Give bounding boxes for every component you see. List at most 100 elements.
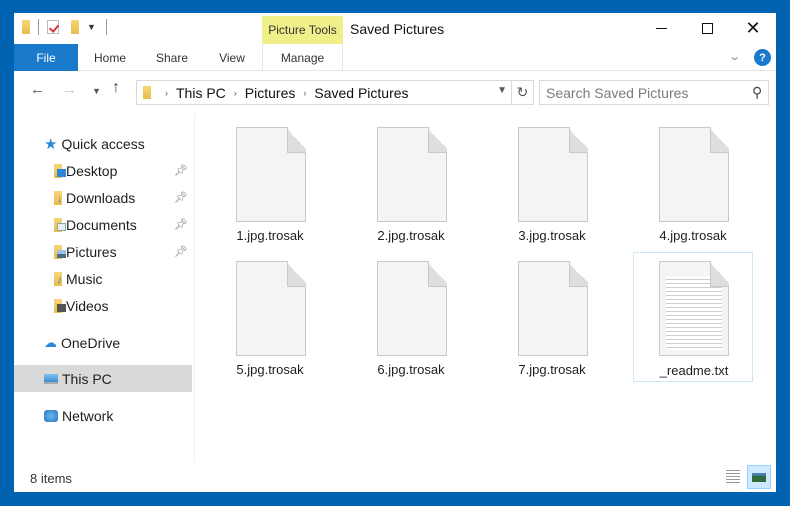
tab-home[interactable]: Home xyxy=(86,44,134,71)
minimize-button[interactable] xyxy=(638,13,684,44)
folder-icon[interactable] xyxy=(22,20,30,34)
forward-button[interactable]: → xyxy=(62,81,77,98)
sidebar-item-downloads[interactable]: ↓ Downloads 📌︎ xyxy=(54,184,192,211)
sidebar-item-label: Desktop xyxy=(66,162,118,179)
close-icon: ✕ xyxy=(745,18,761,38)
tab-share[interactable]: Share xyxy=(150,44,194,71)
search-box[interactable]: ⚲ xyxy=(539,80,769,105)
star-icon: ★ xyxy=(44,135,58,153)
breadcrumb-chevron-icon[interactable]: › xyxy=(165,88,168,98)
maximize-button[interactable] xyxy=(684,13,730,44)
sidebar-item-onedrive[interactable]: ☁ OneDrive xyxy=(44,329,192,356)
sidebar-item-music[interactable]: ♪ Music xyxy=(54,265,192,292)
text-lines xyxy=(666,276,722,350)
tab-manage[interactable]: Manage xyxy=(262,44,343,71)
toolbar-divider xyxy=(105,19,107,35)
breadcrumb-chevron-icon[interactable]: › xyxy=(303,88,306,98)
navigation-pane: ★ Quick access Desktop 📌︎ ↓ Downloads 📌︎… xyxy=(14,114,194,461)
address-dropdown-icon[interactable]: ▼ xyxy=(497,85,507,96)
breadcrumb-this-pc[interactable]: This PC xyxy=(176,85,226,101)
breadcrumb-saved-pictures[interactable]: Saved Pictures xyxy=(314,85,408,101)
page-fold-icon xyxy=(428,127,447,153)
sidebar-item-this-pc[interactable]: This PC xyxy=(14,365,192,392)
sidebar-item-videos[interactable]: Videos xyxy=(54,292,192,319)
page-fold-icon xyxy=(569,261,588,287)
pin-icon[interactable]: 📌︎ xyxy=(174,245,188,258)
status-bar: 8 items xyxy=(14,461,776,492)
tab-view[interactable]: View xyxy=(212,44,252,71)
file-item[interactable]: 6.jpg.trosak xyxy=(351,248,471,378)
page-fold-icon xyxy=(569,127,588,153)
search-input[interactable] xyxy=(546,84,746,101)
window-title: Saved Pictures xyxy=(350,21,445,37)
file-name: 6.jpg.trosak xyxy=(377,362,445,377)
sidebar-item-pictures[interactable]: Pictures 📌︎ xyxy=(54,238,192,265)
expand-ribbon-chevron-icon[interactable]: ⌄ xyxy=(728,50,741,63)
downloads-folder-icon: ↓ xyxy=(54,190,62,205)
sidebar-item-network[interactable]: Network xyxy=(44,402,192,429)
page-fold-icon xyxy=(710,261,729,287)
file-name: 3.jpg.trosak xyxy=(518,228,586,243)
file-name: 2.jpg.trosak xyxy=(377,228,445,243)
address-bar[interactable]: › This PC › Pictures › Saved Pictures ▼ xyxy=(136,80,512,105)
picture-tools-context-label: Picture Tools xyxy=(262,16,343,44)
pin-icon[interactable]: 📌︎ xyxy=(174,191,188,204)
help-icon[interactable]: ? xyxy=(754,49,771,66)
file-item[interactable]: 3.jpg.trosak xyxy=(492,114,612,244)
quick-access-toolbar: ▼ xyxy=(22,19,115,35)
folder-icon xyxy=(143,86,151,99)
sidebar-item-label: Quick access xyxy=(61,135,145,152)
sidebar-item-label: Videos xyxy=(66,297,109,314)
sidebar-item-label: Music xyxy=(66,270,103,287)
breadcrumb-chevron-icon[interactable]: › xyxy=(234,88,237,98)
large-icons-view-button[interactable] xyxy=(747,465,771,489)
sidebar-item-label: Downloads xyxy=(66,189,136,206)
pin-icon[interactable]: 📌︎ xyxy=(174,164,188,177)
sidebar-item-desktop[interactable]: Desktop 📌︎ xyxy=(54,157,192,184)
sidebar-item-label: Documents xyxy=(66,216,137,233)
videos-folder-icon xyxy=(54,298,66,313)
music-folder-icon: ♪ xyxy=(54,271,62,286)
file-name: 4.jpg.trosak xyxy=(659,228,727,243)
network-icon xyxy=(44,409,58,422)
file-item[interactable]: 1.jpg.trosak xyxy=(210,114,330,244)
sidebar-item-label: Pictures xyxy=(66,243,117,260)
file-name: _readme.txt xyxy=(659,363,729,378)
file-item[interactable]: 2.jpg.trosak xyxy=(351,114,471,244)
sidebar-item-label: Network xyxy=(62,407,114,424)
file-item[interactable]: _readme.txt xyxy=(633,252,753,382)
page-fold-icon xyxy=(287,127,306,153)
file-item[interactable]: 5.jpg.trosak xyxy=(210,248,330,378)
recent-locations-dropdown[interactable]: ▼ xyxy=(92,86,101,96)
page-fold-icon xyxy=(428,261,447,287)
sidebar-item-label: OneDrive xyxy=(61,334,121,351)
tab-file[interactable]: File xyxy=(14,44,78,71)
desktop-folder-icon xyxy=(54,163,66,178)
file-list: 1.jpg.trosak 2.jpg.trosak 3.jpg.trosak 4… xyxy=(210,114,776,461)
up-button[interactable]: ↑ xyxy=(112,79,120,97)
search-icon[interactable]: ⚲ xyxy=(752,84,762,101)
page-fold-icon xyxy=(287,261,306,287)
pin-icon[interactable]: 📌︎ xyxy=(174,218,188,231)
file-item[interactable]: 4.jpg.trosak xyxy=(633,114,753,244)
sidebar-item-documents[interactable]: Documents 📌︎ xyxy=(54,211,192,238)
properties-icon[interactable] xyxy=(47,20,59,34)
breadcrumb-pictures[interactable]: Pictures xyxy=(245,85,296,101)
back-button[interactable]: ← xyxy=(30,81,45,98)
customize-toolbar-dropdown-icon[interactable]: ▼ xyxy=(87,22,96,32)
ribbon-tabs: File Home Share View Manage ⌄ ? xyxy=(14,44,776,71)
sidebar-item-label: This PC xyxy=(62,370,112,387)
close-button[interactable]: ✕ xyxy=(730,13,776,44)
pane-divider[interactable] xyxy=(194,114,195,461)
computer-icon xyxy=(44,373,58,384)
details-view-icon[interactable] xyxy=(726,470,740,484)
minimize-icon xyxy=(655,28,667,29)
pictures-folder-icon xyxy=(54,244,66,259)
documents-folder-icon xyxy=(54,217,66,232)
toolbar-divider xyxy=(38,19,39,35)
refresh-button[interactable]: ↻ xyxy=(512,80,534,105)
file-name: 1.jpg.trosak xyxy=(236,228,304,243)
sidebar-item-quick-access[interactable]: ★ Quick access xyxy=(44,130,192,157)
new-folder-icon[interactable] xyxy=(71,20,79,34)
file-item[interactable]: 7.jpg.trosak xyxy=(492,248,612,378)
